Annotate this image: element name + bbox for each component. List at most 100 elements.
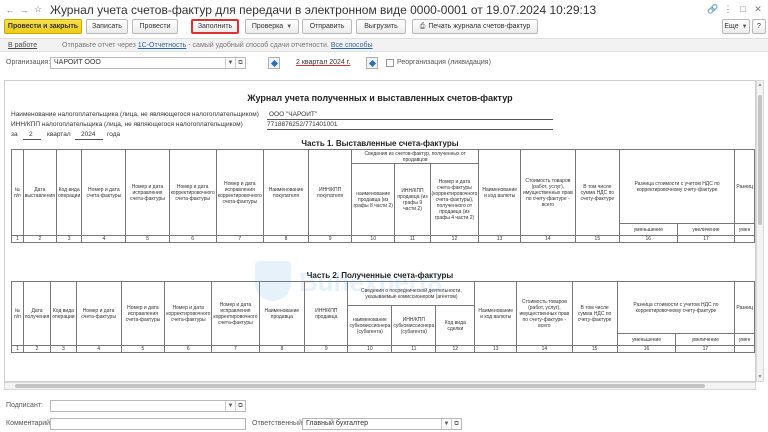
- p1-col-num: 12: [429, 235, 480, 243]
- dropdown-icon[interactable]: ▼: [225, 401, 235, 411]
- forward-icon[interactable]: →: [18, 4, 30, 16]
- p2-h-deal-code: Код вида сделки: [435, 305, 476, 346]
- post-button[interactable]: Провести: [132, 19, 178, 34]
- fill-button[interactable]: Заполнить: [191, 19, 239, 34]
- open-icon[interactable]: ⧉: [235, 401, 245, 411]
- taxpayer-inn-label: ИНН/КПП налогоплательщика (лица, не явля…: [11, 121, 243, 128]
- dropdown-icon[interactable]: ▼: [441, 419, 451, 429]
- scroll-thumb[interactable]: [758, 95, 762, 225]
- p1-col-num: 3: [55, 235, 83, 243]
- horizontal-scrollbar[interactable]: [4, 382, 756, 390]
- year-word: года: [107, 131, 121, 138]
- p2-h-currency: Наименование и код валюты: [474, 281, 518, 346]
- p2-h-vat: В том числе сумма НДС по счету-фактуре: [571, 281, 618, 346]
- part1-table: № п/п Дата выставления Код вида операции…: [11, 149, 755, 243]
- p2-col-num: 16: [616, 345, 677, 353]
- check-button[interactable]: Проверка ▼: [245, 19, 299, 34]
- more-menu-button[interactable]: Еще ▼: [722, 19, 750, 34]
- dropdown-icon[interactable]: ▼: [225, 58, 235, 68]
- taxpayer-underline: [267, 119, 553, 120]
- p1-col-num: 13: [478, 235, 522, 243]
- p1-h-opcode: Код вида операции: [55, 149, 83, 236]
- scroll-up-icon[interactable]: ▲: [757, 82, 763, 88]
- help-button[interactable]: ?: [752, 19, 766, 34]
- reorganization-checkbox[interactable]: [386, 59, 394, 67]
- taxpayer-name-value: ООО "ЧАРОИТ": [269, 111, 318, 118]
- p1-h-decrease: уменьшение: [618, 223, 678, 236]
- all-methods-link[interactable]: Все способы: [331, 42, 373, 49]
- back-icon[interactable]: ←: [4, 4, 16, 16]
- p2-col-num: 8: [258, 345, 306, 353]
- p2-col-num: 1: [11, 345, 24, 353]
- chevron-down-icon: ▼: [286, 23, 293, 30]
- print-journal-label: Печать журнала счетов-фактур: [428, 23, 531, 30]
- p2-col-num: 5: [120, 345, 166, 353]
- period-prefix: за: [11, 131, 18, 138]
- inn-underline: [267, 129, 553, 130]
- scroll-thumb[interactable]: [15, 384, 705, 388]
- responsible-label: Ответственный:: [252, 420, 304, 427]
- p2-col-num: 4: [75, 345, 122, 353]
- p1-h-date: Дата выставления: [22, 149, 57, 236]
- p1-col-num: 11: [394, 235, 431, 243]
- p1-col-num: 6: [168, 235, 217, 243]
- check-button-label: Проверка: [251, 23, 284, 30]
- title-bar: ← → ☆ Журнал учета счетов-фактур для пер…: [0, 0, 768, 19]
- p1-col-num: 14: [520, 235, 576, 243]
- reporting-link[interactable]: 1С-Отчетность: [138, 42, 187, 49]
- p1-h-seller-name: наименование продавца (из графы 8 части …: [350, 163, 396, 236]
- save-button[interactable]: Записать: [86, 19, 128, 34]
- maximize-icon[interactable]: □: [737, 3, 749, 15]
- p1-h-num: № п/п: [11, 149, 24, 236]
- p1-h-seller-invoice: Номер и дата счета-фактуры (корректирово…: [429, 163, 480, 236]
- vertical-scrollbar[interactable]: ▲ ▼: [756, 80, 764, 382]
- window-title: Журнал учета счетов-фактур для передачи …: [50, 2, 597, 17]
- print-journal-button[interactable]: ⎙ Печать журнала счетов-фактур: [412, 19, 538, 34]
- open-icon[interactable]: ⧉: [451, 419, 461, 429]
- more-icon[interactable]: ⋮: [722, 3, 734, 15]
- status-link[interactable]: В работе: [8, 42, 37, 49]
- p2-h-diff2: Разниц: [734, 281, 755, 334]
- diamond-icon: [270, 59, 278, 67]
- signer-field[interactable]: ▼ ⧉: [50, 400, 246, 412]
- report-title: Журнал учета полученных и выставленных с…: [247, 93, 513, 103]
- p2-h-invoice: Номер и дата счета-фактуры: [75, 281, 122, 346]
- export-button[interactable]: Выгрузить: [356, 19, 406, 34]
- p1-h-invoice: Номер и дата счета-фактуры: [81, 149, 127, 236]
- quarter-value: 2: [29, 131, 33, 138]
- p2-col-num: 17: [675, 345, 736, 353]
- p2-h-subagent: наименование субкомиссионера (субагента): [347, 305, 393, 346]
- post-and-close-button[interactable]: Провести и закрыть: [4, 19, 82, 34]
- close-icon[interactable]: ✕: [752, 3, 764, 15]
- comment-field[interactable]: [50, 418, 246, 430]
- info-text: Отправьте отчет через 1С-Отчетность - са…: [62, 42, 373, 49]
- p1-h-currency: Наименование и код валюты: [478, 149, 522, 236]
- p1-col-num: 16: [618, 235, 678, 243]
- responsible-field[interactable]: Главный бухгалтер ▼ ⧉: [302, 418, 462, 430]
- p2-h-num: № п/п: [11, 281, 24, 346]
- p1-h-adjust: Номер и дата корректировочного счета-фак…: [168, 149, 217, 236]
- part1-title: Часть 1. Выставленные счета-фактуры: [301, 139, 459, 148]
- organization-field[interactable]: ЧАРОИТ ООО ▼ ⧉: [50, 57, 246, 69]
- period-prev-button[interactable]: [268, 57, 280, 69]
- period-next-button[interactable]: [366, 57, 378, 69]
- p1-col-num: [734, 235, 755, 243]
- p1-col-num: 8: [262, 235, 310, 243]
- scroll-down-icon[interactable]: ▼: [757, 374, 763, 380]
- info-text-2: - самый удобный способ сдачи отчетности.: [188, 42, 329, 49]
- organization-value: ЧАРОИТ ООО: [54, 59, 101, 66]
- quarter-word: квартал: [47, 131, 71, 138]
- open-icon[interactable]: ⧉: [235, 58, 245, 68]
- report-document: Журнал учета полученных и выставленных с…: [4, 80, 756, 382]
- p2-h-decrease: уменьшение: [616, 333, 677, 346]
- p2-h-cost: Стоимость товаров (работ, услуг), имущес…: [516, 281, 573, 346]
- send-button[interactable]: Отправить: [302, 19, 352, 34]
- p2-col-num: 7: [211, 345, 260, 353]
- bookmark-star-icon[interactable]: ☆: [32, 4, 44, 16]
- p2-col-num: 11: [391, 345, 437, 353]
- period-link[interactable]: 2 квартал 2024 г.: [296, 59, 350, 66]
- link-icon[interactable]: 🔗: [707, 3, 719, 15]
- p1-col-num: 5: [125, 235, 170, 243]
- p2-h-decrease2: умен: [734, 333, 755, 346]
- organization-row: Организация: ЧАРОИТ ООО ▼ ⧉ 2 квартал 20…: [0, 56, 768, 72]
